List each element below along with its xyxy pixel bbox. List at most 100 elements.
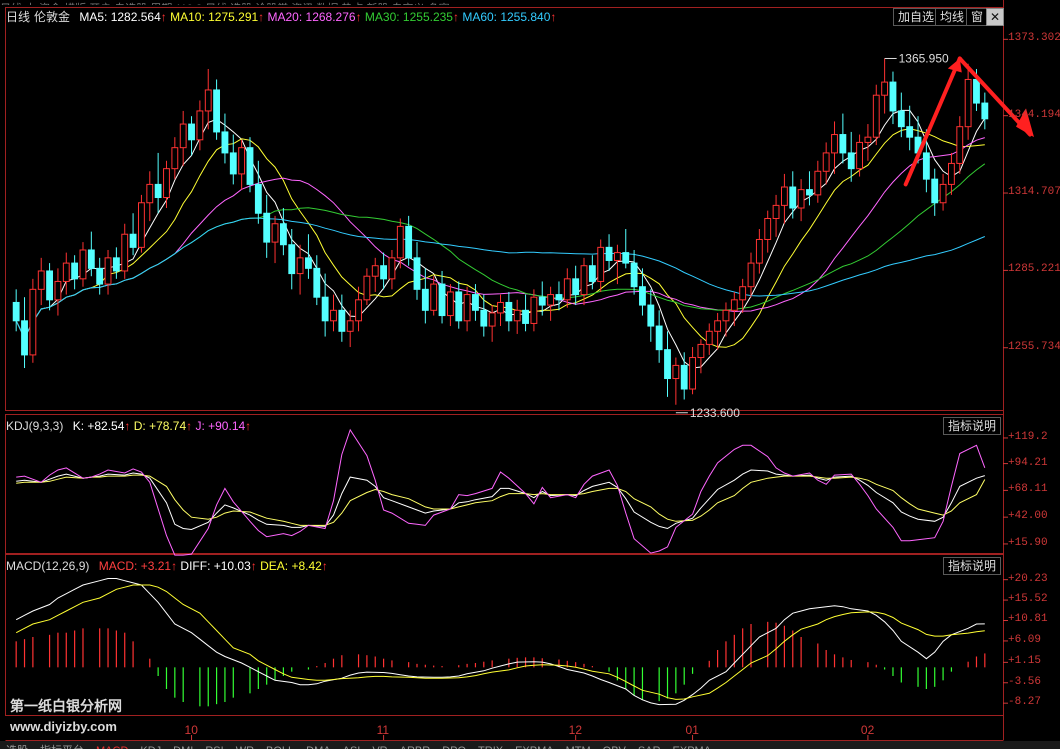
- candle-body: [948, 162, 955, 185]
- tab-obv[interactable]: OBV: [597, 745, 632, 749]
- window-button[interactable]: 窗: [966, 8, 989, 26]
- candle-body: [922, 152, 930, 180]
- watermark-title: 第一纸白银分析网: [10, 698, 122, 714]
- kdj-help-button[interactable]: 指标说明: [943, 417, 1002, 435]
- candle-body: [622, 252, 630, 264]
- candle-body: [806, 189, 813, 196]
- candle-body: [522, 309, 529, 324]
- x-month-label: 02: [860, 723, 875, 737]
- candle-body: [54, 280, 62, 301]
- candle-body: [831, 134, 838, 154]
- candle-body: [405, 225, 413, 259]
- macd-value-diff: DIFF: +10.03: [177, 559, 251, 573]
- candle-body: [730, 299, 738, 311]
- y-tick-label: 1255.734: [1008, 340, 1060, 353]
- period-label: 日线: [6, 10, 31, 24]
- candle-body: [864, 136, 872, 143]
- tab-macd[interactable]: MACD: [90, 745, 134, 749]
- kdj-value-d: D: +78.74: [130, 419, 187, 433]
- ma-line-button[interactable]: 均线: [935, 8, 970, 26]
- tab-sar[interactable]: SAR: [632, 745, 667, 749]
- candle-body: [488, 312, 496, 327]
- candle-body: [555, 294, 563, 301]
- candle-body: [647, 304, 655, 327]
- ma-legend-item: MA10: 1275.291: [166, 10, 259, 24]
- tab-vr[interactable]: VR: [366, 745, 393, 749]
- candle-body: [380, 265, 388, 280]
- candle-body: [96, 267, 104, 285]
- candle-body: [739, 286, 747, 301]
- candle-body: [338, 309, 346, 332]
- y-tick-label: +68.11: [1008, 483, 1048, 496]
- candle-body: [171, 147, 179, 170]
- kdj-legend: KDJ(9,3,3) K: +82.54↑ D: +78.74↑ J: +90.…: [6, 418, 257, 434]
- tab-boll[interactable]: BOLL: [260, 745, 300, 749]
- candle-body: [346, 320, 354, 332]
- candle-body: [538, 296, 546, 306]
- tab-选股[interactable]: 选股: [0, 745, 34, 749]
- candle-body: [689, 357, 696, 390]
- candle-body: [981, 102, 989, 120]
- macd-help-button[interactable]: 指标说明: [943, 557, 1002, 575]
- candle-body: [797, 189, 805, 209]
- macd-legend: MACD(12,26,9) MACD: +3.21↑ DIFF: +10.03↑…: [6, 558, 334, 574]
- candle-body: [605, 246, 613, 261]
- candle-body: [163, 168, 170, 199]
- tab-expma[interactable]: EXPMA: [667, 745, 718, 749]
- candle-body: [755, 238, 763, 264]
- candle-body: [221, 131, 229, 154]
- candle-body: [664, 349, 671, 380]
- tab-mtm[interactable]: MTM: [560, 745, 597, 749]
- candle-body: [881, 81, 889, 96]
- candle-body: [680, 364, 688, 390]
- candle-body: [956, 126, 964, 164]
- close-icon[interactable]: ✕: [986, 8, 1005, 26]
- candle-body: [355, 299, 362, 322]
- candle-body: [305, 257, 312, 269]
- candle-body: [313, 267, 321, 298]
- tab-dmi[interactable]: DMI: [167, 745, 199, 749]
- y-tick-label: 1344.194: [1008, 108, 1060, 121]
- candle-body: [46, 270, 53, 301]
- candle-body: [705, 330, 713, 345]
- y-tick-label: -8.27: [1008, 696, 1042, 709]
- tab-dma[interactable]: DMA: [300, 745, 336, 749]
- tab-dpo[interactable]: DPO: [436, 745, 472, 749]
- candle-body: [764, 218, 772, 240]
- candle-body: [613, 252, 621, 261]
- tab-asi[interactable]: ASI: [337, 745, 367, 749]
- kdj-title: KDJ(9,3,3): [6, 419, 64, 433]
- candle-body: [62, 262, 70, 282]
- main-legend: 日线 伦敦金 MA5: 1282.564↑ MA10: 1275.291↑ MA2…: [6, 9, 562, 25]
- candle-body: [597, 246, 605, 282]
- candle-body: [246, 147, 254, 185]
- candle-body: [229, 152, 237, 175]
- ma-legend-item: MA5: 1282.564: [76, 10, 161, 24]
- y-tick-label: 1314.707: [1008, 186, 1060, 199]
- candle-body: [21, 320, 28, 356]
- candle-body: [714, 320, 722, 332]
- y-tick-label: 1373.302: [1008, 32, 1060, 45]
- candle-body: [747, 262, 755, 288]
- candle-body: [513, 309, 521, 322]
- candle-body: [279, 223, 287, 246]
- tab-rsi[interactable]: RSI: [199, 745, 229, 749]
- candle-body: [421, 288, 429, 311]
- macd-value-macd: MACD: +3.21: [95, 559, 172, 573]
- ma-legend-item: MA20: 1268.276: [264, 10, 356, 24]
- candle-body: [254, 183, 262, 214]
- candle-body: [931, 178, 939, 204]
- tab-kdj[interactable]: KDJ: [134, 745, 167, 749]
- add-watchlist-button[interactable]: 加自选: [893, 8, 940, 26]
- candle-body: [321, 296, 329, 322]
- low-price-label: 1233.600: [690, 406, 740, 420]
- tab-指标平台[interactable]: 指标平台: [34, 745, 90, 749]
- kdj-value-k: K: +82.54: [69, 419, 125, 433]
- tab-arbr[interactable]: ARBR: [394, 745, 437, 749]
- candle-body: [572, 278, 580, 296]
- tab-trix[interactable]: TRIX: [472, 745, 509, 749]
- tab-wr[interactable]: WR: [230, 745, 260, 749]
- macd-value-dea: DEA: +8.42: [256, 559, 322, 573]
- tab-expma[interactable]: EXPMA: [509, 745, 560, 749]
- candle-body: [472, 294, 479, 311]
